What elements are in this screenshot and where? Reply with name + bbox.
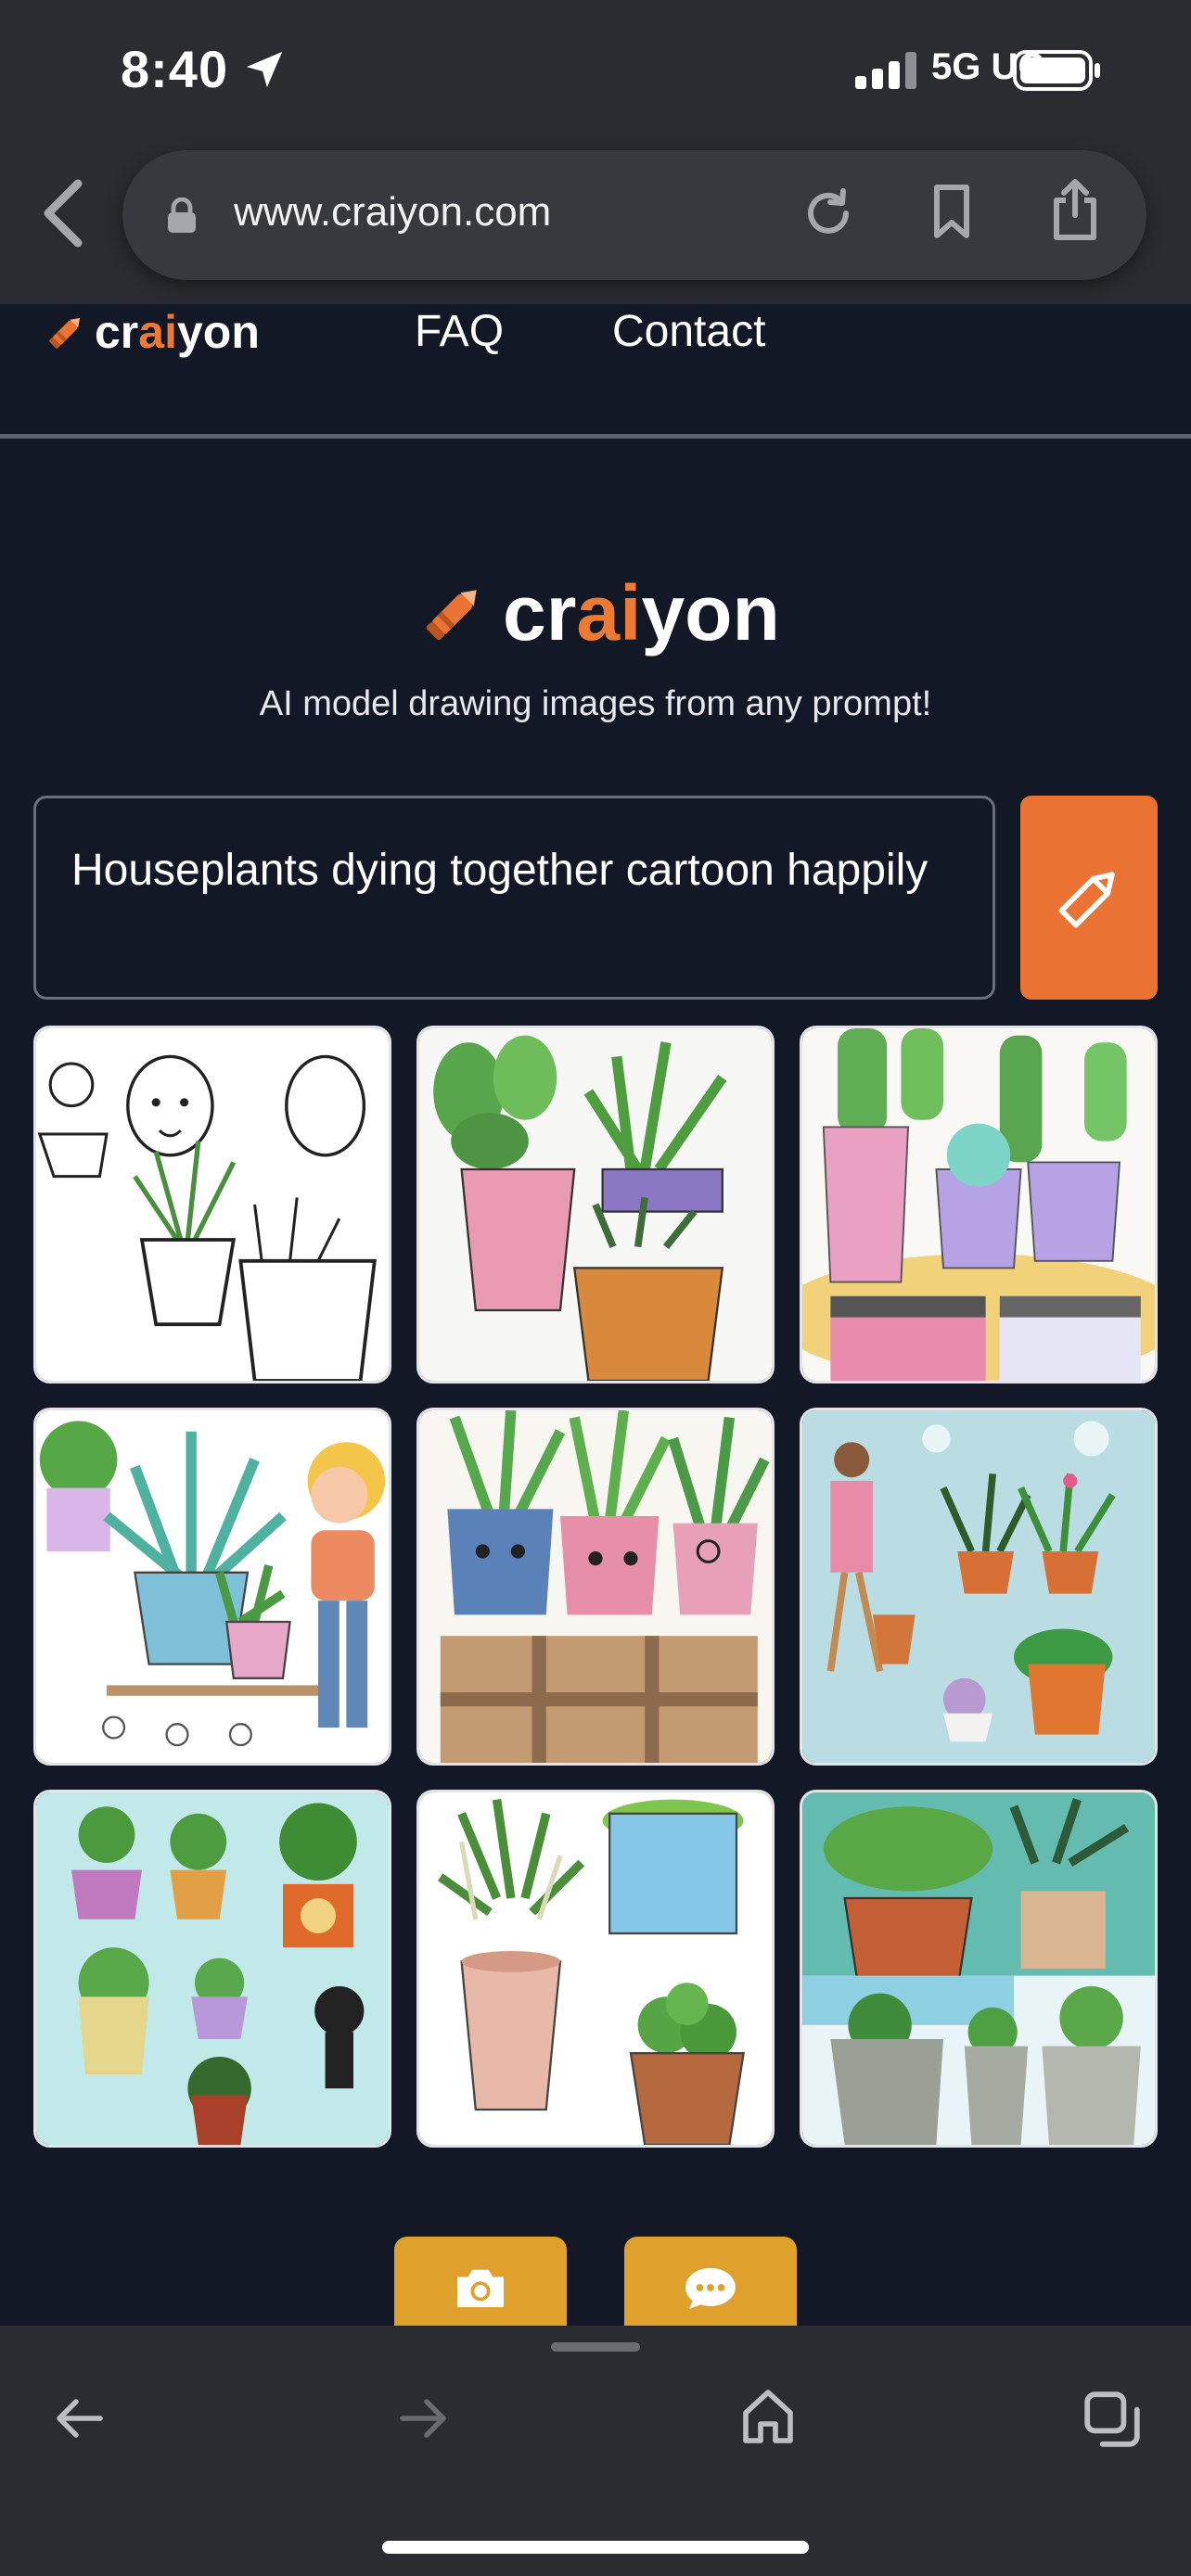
result-image[interactable] [416, 1026, 775, 1384]
share-icon[interactable] [1046, 176, 1104, 243]
result-image[interactable] [33, 1026, 391, 1384]
feedback-button[interactable] [624, 2237, 797, 2329]
result-image[interactable] [800, 1408, 1158, 1766]
houseplant-cartoon-image [419, 1410, 772, 1763]
chat-icon [685, 2267, 736, 2310]
result-image[interactable] [416, 1790, 775, 2148]
tabs-icon[interactable] [1082, 2389, 1143, 2450]
tagline: AI model drawing images from any prompt! [259, 684, 932, 723]
result-image[interactable] [800, 1790, 1158, 2148]
houseplant-cartoon-image [419, 1792, 772, 2145]
houseplant-cartoon-image [419, 1028, 772, 1381]
pencil-icon [1058, 872, 1115, 928]
reload-icon[interactable] [801, 185, 857, 241]
status-time: 8:40 [121, 40, 229, 98]
home-indicator [382, 2541, 809, 2554]
hero-logo-text: craiyon [503, 569, 780, 657]
camera-icon [457, 2269, 504, 2308]
status-bar: 8:40 5G UC [0, 0, 1191, 141]
houseplant-cartoon-image [802, 1792, 1155, 2145]
site-logo-text: craiyon [95, 306, 260, 358]
bookmark-icon[interactable] [924, 182, 980, 241]
site-logo[interactable]: craiyon [43, 306, 260, 358]
prompt-input[interactable]: Houseplants dying together cartoon happi… [33, 796, 995, 1000]
nav-link-contact[interactable]: Contact [612, 306, 765, 357]
houseplant-cartoon-image [36, 1792, 389, 2145]
crayon-logo-icon [49, 317, 81, 349]
lock-icon [168, 198, 196, 233]
nav-link-faq[interactable]: FAQ [415, 306, 504, 357]
browser-back-chevron-icon[interactable] [37, 176, 85, 250]
location-arrow-icon [246, 51, 283, 88]
cellular-signal-icon [855, 52, 916, 89]
houseplant-cartoon-image [802, 1410, 1155, 1763]
back-arrow-icon[interactable] [54, 2392, 106, 2444]
result-image[interactable] [800, 1026, 1158, 1384]
forward-arrow-icon[interactable] [397, 2392, 449, 2444]
houseplant-cartoon-image [802, 1028, 1155, 1381]
crayon-logo-icon [426, 590, 477, 641]
browser-toolbar [0, 2326, 1191, 2576]
houseplant-cartoon-image [36, 1028, 389, 1381]
draw-button[interactable] [1020, 796, 1158, 1000]
url-text[interactable]: www.craiyon.com [234, 189, 551, 236]
results-grid [33, 1026, 1158, 2148]
result-image[interactable] [416, 1408, 775, 1766]
home-icon[interactable] [740, 2387, 796, 2446]
hero-logo: craiyon [416, 571, 780, 655]
houseplant-cartoon-image [36, 1410, 389, 1763]
result-image[interactable] [33, 1790, 391, 2148]
result-image[interactable] [33, 1408, 391, 1766]
screenshot-button[interactable] [394, 2237, 567, 2329]
toolbar-grab-handle[interactable] [551, 2342, 640, 2352]
header-divider [0, 434, 1191, 439]
battery-icon [1013, 50, 1100, 91]
